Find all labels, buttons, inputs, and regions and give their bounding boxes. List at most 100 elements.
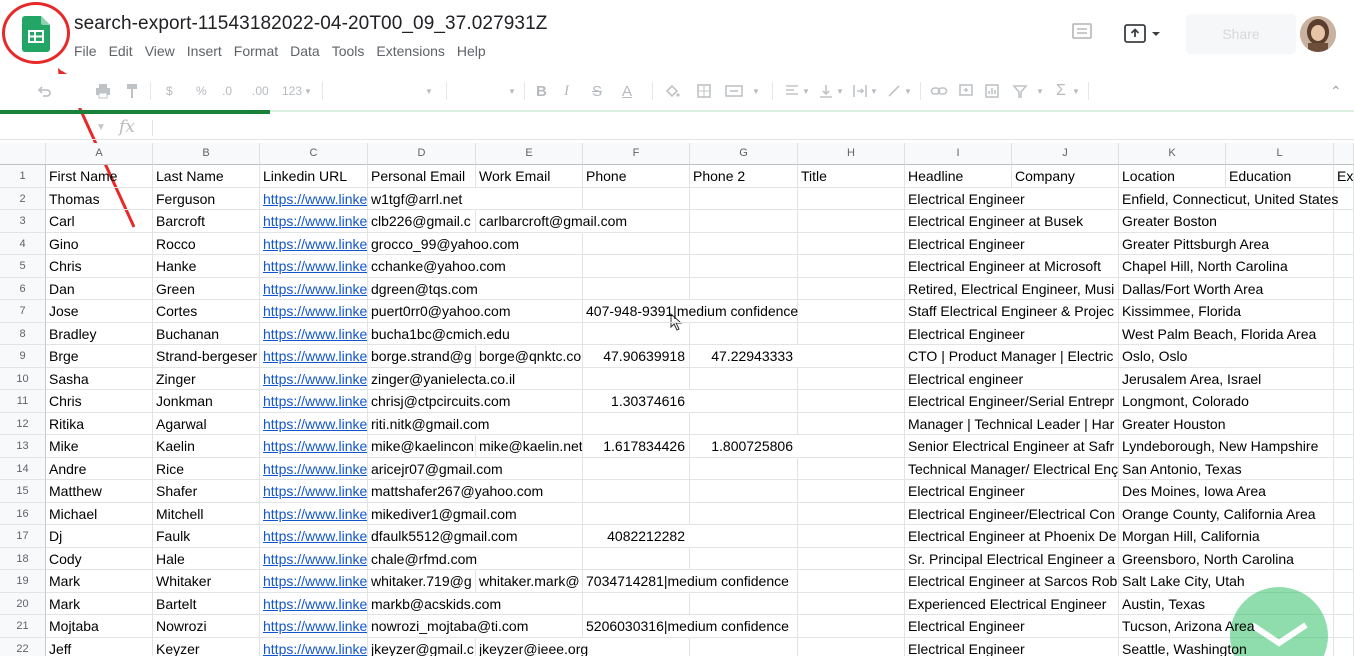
cell-c19[interactable]: https://www.linke <box>260 570 368 593</box>
column-header-m[interactable] <box>1334 143 1354 165</box>
cell-b22[interactable]: Keyzer <box>153 637 260 656</box>
cell-g22[interactable] <box>690 637 798 656</box>
cell-h20[interactable] <box>798 592 905 615</box>
cell-i21[interactable]: Electrical Engineer <box>905 615 1025 638</box>
cell-g11[interactable] <box>690 390 798 413</box>
cell-f13[interactable]: 1.617834426 <box>583 435 690 458</box>
cell-l9[interactable] <box>1226 345 1334 368</box>
cell-d9[interactable]: borge.strand@g <box>368 345 476 368</box>
cell-a10[interactable]: Sasha <box>46 367 153 390</box>
cell-d22[interactable]: jkeyzer@gmail.c <box>368 637 476 656</box>
insert-chart-icon[interactable] <box>984 82 1000 100</box>
cell-a17[interactable]: Dj <box>46 525 153 548</box>
increase-decimal-button[interactable]: .00 <box>252 82 269 100</box>
cell-f6[interactable] <box>583 277 690 300</box>
cell-b7[interactable]: Cortes <box>153 300 260 323</box>
cell-b3[interactable]: Barcroft <box>153 210 260 233</box>
column-header-i[interactable]: I <box>905 143 1012 165</box>
column-header-e[interactable]: E <box>476 143 583 165</box>
cell-k3[interactable]: Greater Boston <box>1119 210 1226 233</box>
cell-m12[interactable] <box>1334 412 1354 435</box>
column-header-k[interactable]: K <box>1119 143 1226 165</box>
cell-g13[interactable]: 1.800725806 <box>690 435 798 458</box>
cell-i17[interactable]: Electrical Engineer at Phoenix De <box>905 525 1117 548</box>
cell-c2[interactable]: https://www.linke <box>260 187 368 210</box>
cell-a14[interactable]: Andre <box>46 457 153 480</box>
column-header-d[interactable]: D <box>368 143 476 165</box>
cell-k15[interactable]: Des Moines, Iowa Area <box>1119 480 1266 503</box>
menu-extensions[interactable]: Extensions <box>376 43 444 59</box>
align-horizontal-icon[interactable] <box>784 82 800 100</box>
cell-f19[interactable]: 7034714281|medium confidence <box>583 570 789 593</box>
row-number[interactable]: 7 <box>0 300 46 323</box>
cell-d17[interactable]: dfaulk5512@gmail.com <box>368 525 518 548</box>
cell-j8[interactable] <box>1012 322 1119 345</box>
more-formats-button[interactable]: 123 <box>282 82 302 100</box>
cell-i6[interactable]: Retired, Electrical Engineer, Musi <box>905 278 1114 300</box>
cell-i9[interactable]: CTO | Product Manager | Electric <box>905 345 1113 368</box>
cell-m8[interactable] <box>1334 322 1354 345</box>
cell-i15[interactable]: Electrical Engineer <box>905 480 1025 503</box>
borders-icon[interactable] <box>696 82 712 100</box>
cell-m6[interactable] <box>1334 277 1354 300</box>
decrease-decimal-button[interactable]: .0 <box>222 82 232 100</box>
cell-g8[interactable] <box>690 322 798 345</box>
cell-d10[interactable]: zinger@yanielecta.co.il <box>368 368 515 390</box>
cell-k21[interactable]: Tucson, Arizona Area <box>1119 615 1255 638</box>
menu-format[interactable]: Format <box>234 43 278 59</box>
cell-k18[interactable]: Greensboro, North Carolina <box>1119 548 1294 570</box>
row-number[interactable]: 5 <box>0 255 46 278</box>
cell-h7[interactable] <box>798 300 905 323</box>
cell-c12[interactable]: https://www.linke <box>260 412 368 435</box>
cell-d11[interactable]: chrisj@ctpcircuits.com <box>368 390 510 413</box>
cell-b21[interactable]: Nowrozi <box>153 615 260 638</box>
cell-h11[interactable] <box>798 390 905 413</box>
cell-m21[interactable] <box>1334 615 1354 638</box>
cell-b11[interactable]: Jonkman <box>153 390 260 413</box>
cell-e1[interactable]: Work Email <box>476 165 583 188</box>
cell-m15[interactable] <box>1334 480 1354 503</box>
cell-h13[interactable] <box>798 435 905 458</box>
cell-i14[interactable]: Technical Manager/ Electrical Enç <box>905 458 1118 480</box>
cell-c18[interactable]: https://www.linke <box>260 547 368 570</box>
cell-a21[interactable]: Mojtaba <box>46 615 153 638</box>
cell-k1[interactable]: Location <box>1119 165 1226 188</box>
row-number[interactable]: 1 <box>0 165 46 188</box>
cell-k19[interactable]: Salt Lake City, Utah <box>1119 570 1245 593</box>
column-header-c[interactable]: C <box>260 143 368 165</box>
cell-i8[interactable]: Electrical Engineer <box>905 323 1025 345</box>
cell-e12[interactable] <box>476 412 583 435</box>
cell-m7[interactable] <box>1334 300 1354 323</box>
name-box-chevron-icon[interactable]: ▼ <box>96 122 106 133</box>
cell-h22[interactable] <box>798 637 905 656</box>
cell-a12[interactable]: Ritika <box>46 412 153 435</box>
cell-g3[interactable] <box>690 210 798 233</box>
cell-i12[interactable]: Manager | Technical Leader | Har <box>905 413 1114 435</box>
share-button[interactable]: Share <box>1186 14 1296 54</box>
cell-g14[interactable] <box>690 457 798 480</box>
cell-c21[interactable]: https://www.linke <box>260 615 368 638</box>
row-number[interactable]: 14 <box>0 457 46 480</box>
cell-f10[interactable] <box>583 367 690 390</box>
row-number[interactable]: 21 <box>0 615 46 638</box>
cell-m18[interactable] <box>1334 547 1354 570</box>
row-number[interactable]: 19 <box>0 570 46 593</box>
cell-i20[interactable]: Experienced Electrical Engineer <box>905 593 1106 615</box>
cell-g15[interactable] <box>690 480 798 503</box>
cell-k20[interactable]: Austin, Texas <box>1119 593 1226 615</box>
cell-l7[interactable] <box>1226 300 1334 323</box>
cell-b14[interactable]: Rice <box>153 457 260 480</box>
cell-b2[interactable]: Ferguson <box>153 187 260 210</box>
cell-h8[interactable] <box>798 322 905 345</box>
cell-d14[interactable]: aricejr07@gmail.com <box>368 458 503 480</box>
bold-button[interactable]: B <box>536 82 547 100</box>
filter-chevron-icon[interactable]: ▼ <box>1036 82 1044 100</box>
cell-k5[interactable]: Chapel Hill, North Carolina <box>1119 255 1288 278</box>
cell-h17[interactable] <box>798 525 905 548</box>
collapse-menu-icon[interactable]: ⌃ <box>1330 82 1342 100</box>
row-number[interactable]: 6 <box>0 277 46 300</box>
column-header-b[interactable]: B <box>153 143 260 165</box>
cell-c11[interactable]: https://www.linke <box>260 390 368 413</box>
cell-k4[interactable]: Greater Pittsburgh Area <box>1119 233 1269 255</box>
cell-b6[interactable]: Green <box>153 277 260 300</box>
